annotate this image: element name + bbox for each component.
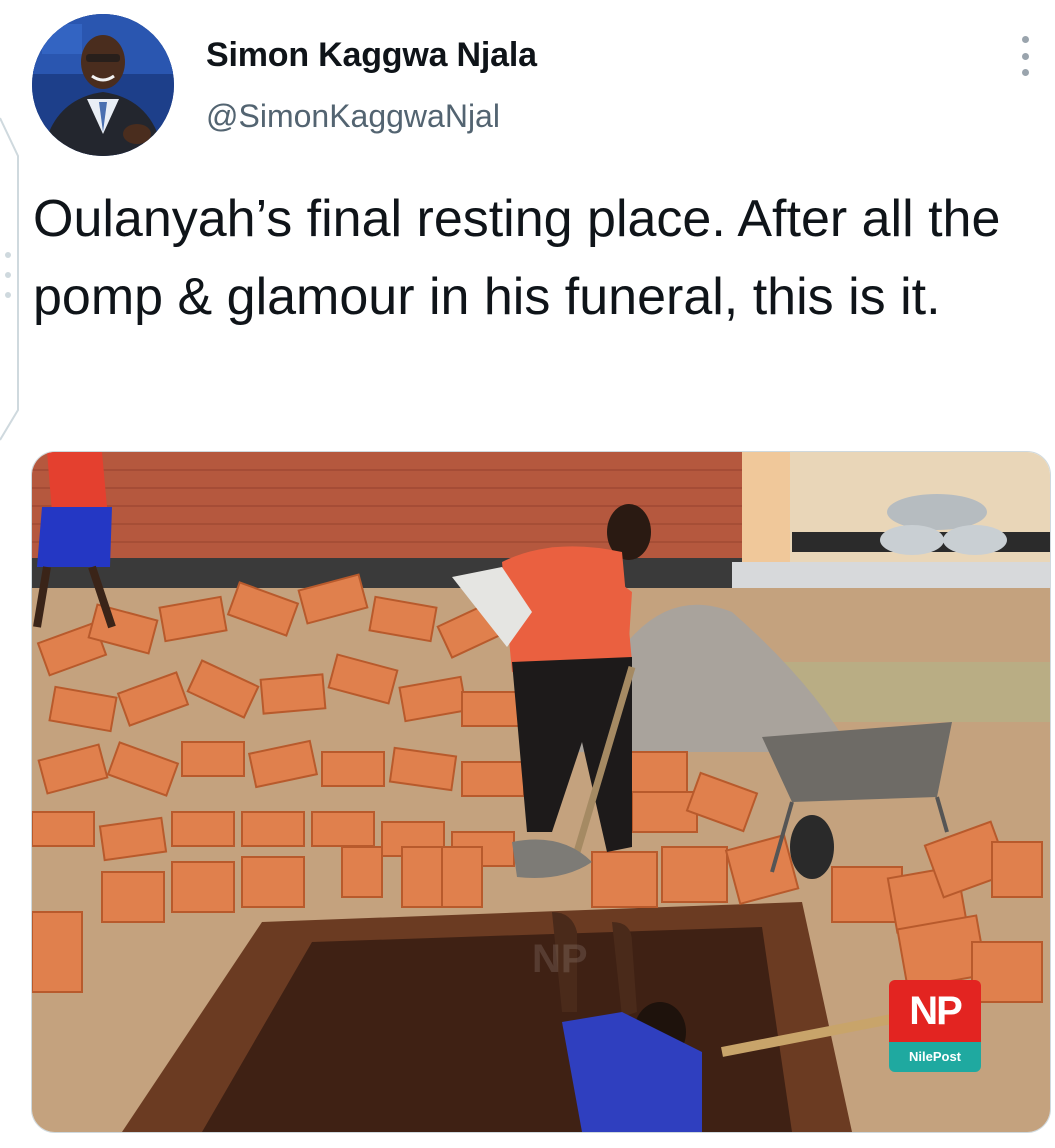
more-options-icon[interactable] — [1010, 36, 1040, 76]
dot — [1021, 52, 1029, 60]
dot — [1021, 69, 1029, 76]
tweet-photo[interactable]: NP NP NilePost — [31, 451, 1051, 1133]
nilepost-logo: NP NilePost — [889, 980, 981, 1072]
thread-connector — [0, 117, 19, 441]
dot — [1021, 36, 1029, 43]
avatar-photo — [32, 14, 174, 156]
svg-text:NP: NP — [532, 937, 588, 981]
logo-nilepost-text: NilePost — [889, 1042, 981, 1072]
logo-np-text: NP — [889, 980, 981, 1042]
author-handle[interactable]: @SimonKaggwaNjal — [206, 98, 500, 135]
avatar[interactable] — [32, 14, 174, 156]
tweet-text: Oulanyah’s final resting place. After al… — [33, 190, 1001, 326]
author-name[interactable]: Simon Kaggwa Njala — [206, 36, 537, 75]
